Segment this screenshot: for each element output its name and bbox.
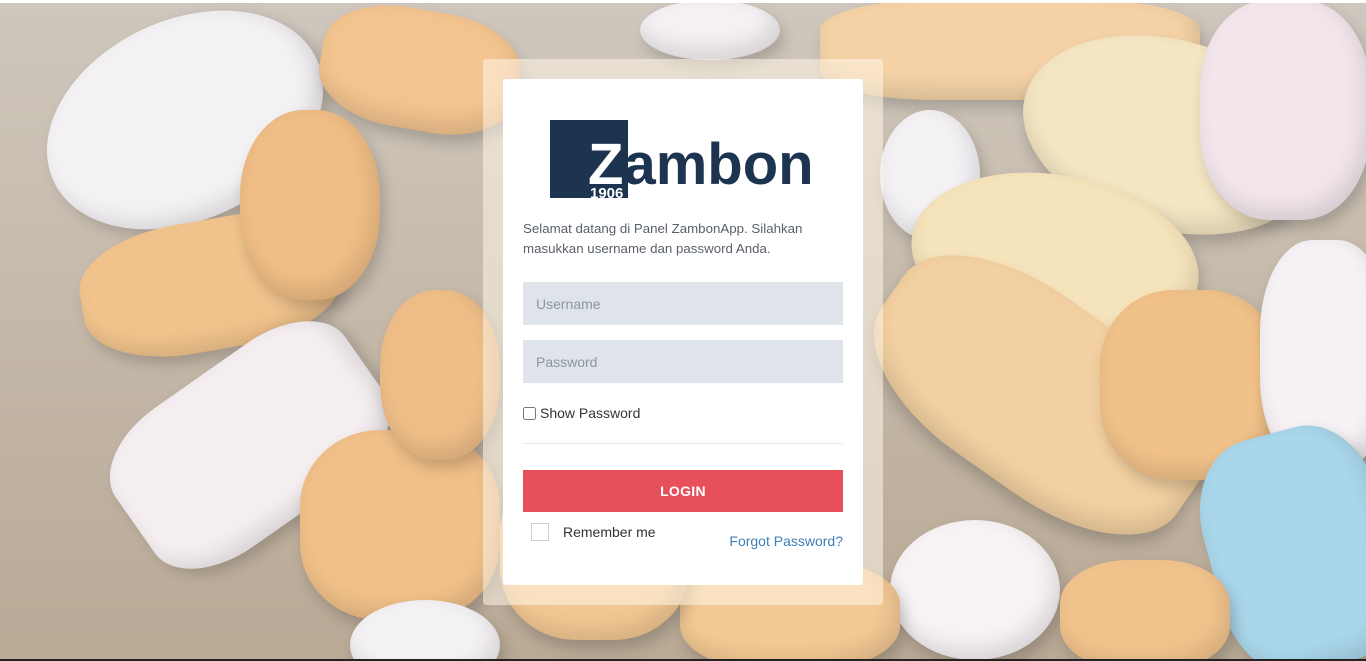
username-input[interactable] (523, 282, 843, 325)
show-password-checkbox[interactable] (523, 406, 536, 420)
zambon-logo: Zambon 1906 (550, 120, 814, 200)
show-password-option[interactable]: Show Password (523, 405, 640, 421)
login-frame: Zambon 1906 Selamat datang di Panel Zamb… (483, 59, 883, 605)
show-password-label: Show Password (540, 405, 641, 421)
welcome-text: Selamat datang di Panel ZambonApp. Silah… (523, 221, 803, 256)
logo-year: 1906 (590, 185, 623, 200)
divider (523, 443, 843, 444)
top-border (0, 0, 1366, 3)
remember-me-option[interactable]: Remember me (531, 523, 656, 541)
login-card: Zambon 1906 Selamat datang di Panel Zamb… (503, 79, 863, 585)
forgot-password-link[interactable]: Forgot Password? (729, 533, 843, 549)
login-button[interactable]: LOGIN (523, 470, 843, 512)
remember-me-checkbox[interactable] (531, 523, 549, 541)
password-input[interactable] (523, 340, 843, 383)
remember-me-label: Remember me (563, 524, 656, 540)
